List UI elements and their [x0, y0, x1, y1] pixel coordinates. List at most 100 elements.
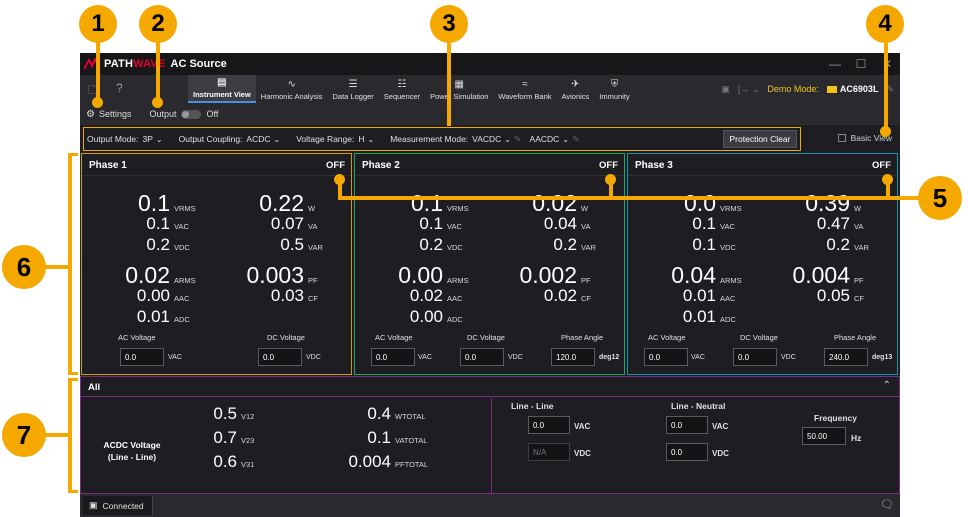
callout-5: 5: [918, 176, 962, 220]
line-line-dc-unit: VDC: [574, 449, 591, 458]
vac-readout: 0.1 VAC: [146, 214, 189, 233]
app-title: AC Source: [170, 58, 227, 70]
va-readout: 0.47 VA: [816, 214, 864, 233]
tab-immunity[interactable]: ⛨ Immunity: [594, 75, 634, 103]
dc-voltage-input[interactable]: 0.0: [460, 348, 504, 366]
cf-readout: 0.02 CF: [543, 286, 591, 305]
output-toggle[interactable]: [180, 109, 201, 119]
callout-5-dot-1: [334, 174, 345, 185]
var-readout: 0.2 VAR: [553, 235, 596, 254]
connection-status[interactable]: ▣ Connected: [83, 496, 153, 515]
output-mode-select[interactable]: Output Mode: 3P ⌄: [87, 134, 163, 144]
settings-label[interactable]: Settings: [99, 109, 132, 119]
line-neutral-ac-unit: VAC: [712, 422, 729, 431]
phase-title: Phase 3: [635, 160, 673, 171]
line-line-ac-unit: VAC: [574, 422, 591, 431]
dc-voltage-unit: VDC: [508, 354, 523, 361]
phase-output-state[interactable]: OFF: [326, 160, 345, 171]
callout-6: 6: [2, 245, 46, 289]
line-neutral-dc-unit: VDC: [712, 449, 729, 458]
all-panel-divider: [491, 398, 492, 493]
ac-voltage-unit: VAC: [418, 354, 432, 361]
voltage-range-select[interactable]: Voltage Range: H ⌄: [296, 134, 374, 144]
acdc-voltage-label: ACDC Voltage (Line - Line): [103, 440, 161, 462]
output-coupling-select[interactable]: Output Coupling: ACDC ⌄: [179, 134, 281, 144]
toolbar-right: ▣ [→ ⌄ Demo Mode: AC6903L ✎: [721, 75, 894, 103]
connection-icon: ▣: [89, 500, 98, 510]
main-toolbar: 🗀 ? ▤ Instrument View ∿ Harmonic Analysis ☰ D…: [80, 75, 900, 103]
ac-voltage-unit: VAC: [691, 354, 705, 361]
aac-readout: 0.00 AAC: [136, 286, 190, 305]
tab-sequencer[interactable]: ☷ Sequencer: [379, 75, 425, 103]
chevron-down-icon: ⌄: [273, 135, 281, 144]
export-icon[interactable]: [→ ⌄: [738, 84, 760, 95]
arms-readout: 0.02 ARMS: [125, 262, 196, 288]
phase-panel-3: Phase 3 OFF 0.0 VRMS 0.1 VAC 0.1 VDC 0.04 ARMS 0.0…: [627, 153, 898, 375]
protection-clear-button[interactable]: Protection Clear: [723, 130, 797, 148]
chevron-up-icon[interactable]: ⌃: [883, 380, 891, 391]
dc-voltage-input[interactable]: 0.0: [733, 348, 777, 366]
minimize-icon[interactable]: —: [822, 53, 848, 75]
ac-voltage-unit: VAC: [168, 354, 182, 361]
tab-waveform-bank[interactable]: ≈ Waveform Bank: [493, 75, 556, 103]
callout-2: 2: [139, 5, 177, 43]
callout-7-bracket-top: [68, 378, 78, 381]
measurement-mode-current-select[interactable]: AACDC ⌄ ✎: [530, 134, 580, 145]
w-readout: 0.22 W: [259, 190, 316, 216]
power-simulation-icon: ▦: [454, 79, 464, 90]
dc-voltage-unit: VDC: [306, 354, 321, 361]
callout-7-leader: [44, 433, 70, 437]
callout-1: 1: [79, 5, 117, 43]
v23-readout: 0.7 V23: [213, 428, 255, 447]
callout-1-dot: [92, 97, 103, 108]
tab-instrument-view[interactable]: ▤ Instrument View: [188, 75, 256, 103]
phase-angle-input[interactable]: 240.0: [824, 348, 868, 366]
tab-data-logger[interactable]: ☰ Data Logger: [328, 75, 379, 103]
measurement-mode-voltage-select[interactable]: Measurement Mode: VACDC ⌄ ✎: [390, 134, 521, 145]
harmonic-analysis-icon: ∿: [287, 79, 296, 90]
callout-2-leader: [156, 41, 160, 103]
waveform-bank-icon: ≈: [522, 79, 528, 90]
tab-harmonic-analysis[interactable]: ∿ Harmonic Analysis: [256, 75, 328, 103]
callout-6-bracket-top: [68, 153, 78, 156]
phase-output-state[interactable]: OFF: [872, 160, 891, 171]
ac-voltage-input[interactable]: 0.0: [120, 348, 164, 366]
chevron-down-icon: ⌄: [155, 135, 163, 144]
dc-voltage-input[interactable]: 0.0: [258, 348, 302, 366]
gear-icon[interactable]: ⚙: [86, 109, 95, 120]
stage: PATHWAVE AC Source — ☐ ✕ 🗀 ? ▤Instrument…: [0, 0, 968, 517]
all-panel: All ⌃ ACDC Voltage (Line - Line) 0.5 V12 …: [80, 376, 900, 494]
adc-readout: 0.01 ADC: [682, 307, 736, 326]
instrument-model[interactable]: AC6903L: [826, 84, 878, 94]
line-line-ac-input[interactable]: 0.0: [528, 416, 570, 434]
ac-voltage-input[interactable]: 0.0: [644, 348, 688, 366]
phase-angle-input[interactable]: 120.0: [551, 348, 595, 366]
phase-output-state[interactable]: OFF: [599, 160, 618, 171]
chevron-down-icon: ⌄: [562, 134, 569, 144]
callout-4: 4: [866, 5, 904, 43]
callout-3-leader: [447, 41, 451, 126]
ac-voltage-label: AC Voltage: [375, 333, 413, 342]
all-panel-header[interactable]: All ⌃: [81, 377, 899, 397]
screenshot-icon[interactable]: ▣: [721, 84, 730, 95]
ac-voltage-input[interactable]: 0.0: [371, 348, 415, 366]
callout-5-dot-2: [605, 174, 616, 185]
vac-readout: 0.1 VAC: [692, 214, 735, 233]
aac-readout: 0.01 AAC: [682, 286, 736, 305]
phase-panel-1: Phase 1 OFF 0.1 VRMS 0.1 VAC 0.2 VDC 0.02 ARMS 0.0…: [81, 153, 352, 375]
callout-6-bracket-bottom: [68, 372, 78, 375]
frequency-unit: Hz: [851, 433, 862, 443]
phase-header: Phase 3 OFF: [628, 154, 897, 176]
adc-readout: 0.01 ADC: [136, 307, 190, 326]
tab-avionics[interactable]: ✈ Avionics: [557, 75, 595, 103]
avionics-icon: ✈: [571, 79, 580, 90]
instrument-view-icon: ▤: [217, 77, 227, 88]
chat-icon[interactable]: 🗨: [880, 498, 894, 511]
help-icon[interactable]: ?: [116, 81, 123, 102]
maximize-icon[interactable]: ☐: [848, 53, 874, 75]
line-neutral-dc-input[interactable]: 0.0: [666, 443, 708, 461]
tab-power-simulation[interactable]: ▦ Power Simulation: [425, 75, 493, 103]
frequency-input[interactable]: 50.00: [802, 427, 846, 445]
line-neutral-ac-input[interactable]: 0.0: [666, 416, 708, 434]
v31-readout: 0.6 V31: [213, 452, 255, 471]
